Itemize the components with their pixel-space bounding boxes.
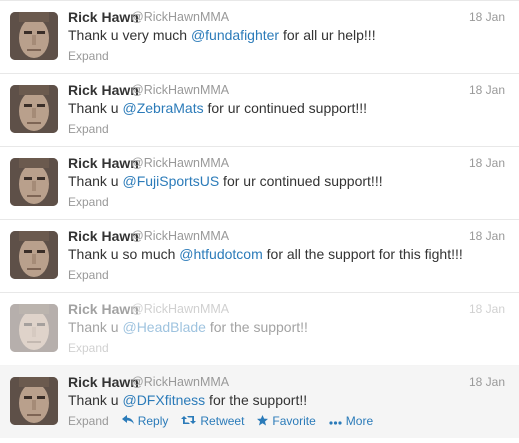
tweet-text-after: for all ur help!!! bbox=[279, 27, 376, 43]
retweet-button[interactable]: Retweet bbox=[181, 414, 244, 428]
avatar-photo bbox=[10, 12, 58, 60]
author-handle[interactable]: @RickHawnMMA bbox=[131, 10, 229, 24]
author-name[interactable]: Rick Hawn bbox=[68, 82, 139, 98]
author-handle[interactable]: @RickHawnMMA bbox=[131, 229, 229, 243]
tweet-text-after: for ur continued support!!! bbox=[219, 173, 383, 189]
mention-link[interactable]: @FujiSportsUS bbox=[122, 173, 219, 189]
avatar-photo bbox=[10, 85, 58, 133]
avatar-photo bbox=[10, 158, 58, 206]
reply-button[interactable]: Reply bbox=[121, 414, 169, 428]
author-name[interactable]: Rick Hawn bbox=[68, 228, 139, 244]
tweet-text-after: for the support!! bbox=[205, 392, 308, 408]
reply-icon bbox=[121, 415, 134, 427]
author-name[interactable]: Rick Hawn bbox=[68, 9, 139, 25]
mention-link[interactable]: @htfudotcom bbox=[179, 246, 262, 262]
tweet-text: Thank u so much @htfudotcom for all the … bbox=[68, 246, 463, 262]
tweet-date[interactable]: 18 Jan bbox=[469, 375, 505, 389]
mention-link[interactable]: @HeadBlade bbox=[122, 319, 206, 335]
avatar-photo bbox=[10, 231, 58, 279]
avatar-photo bbox=[10, 304, 58, 352]
avatar[interactable] bbox=[10, 231, 58, 279]
tweet-text: Thank u @ZebraMats for ur continued supp… bbox=[68, 100, 367, 116]
retweet-icon bbox=[181, 415, 197, 427]
tweet-text-after: for the support!! bbox=[205, 319, 308, 335]
avatar-photo bbox=[10, 377, 58, 425]
tweet-date[interactable]: 18 Jan bbox=[469, 302, 505, 316]
tweet-text-before: Thank u very much bbox=[68, 27, 191, 43]
tweet-text-before: Thank u so much bbox=[68, 246, 180, 262]
avatar[interactable] bbox=[10, 377, 58, 425]
tweet-text: Thank u @HeadBlade for the support!! bbox=[68, 319, 308, 335]
more-dots-icon bbox=[329, 415, 342, 427]
author-handle[interactable]: @RickHawnMMA bbox=[131, 302, 229, 316]
expand-link[interactable]: Expand bbox=[68, 341, 109, 355]
author-name[interactable]: Rick Hawn bbox=[68, 301, 139, 317]
tweet-actions: Expand Reply Retweet Favorite More bbox=[68, 414, 386, 428]
avatar[interactable] bbox=[10, 12, 58, 60]
mention-link[interactable]: @fundafighter bbox=[191, 27, 279, 43]
avatar[interactable] bbox=[10, 304, 58, 352]
star-icon bbox=[257, 414, 269, 428]
tweet-item[interactable]: Rick Hawn @RickHawnMMA 18 Jan Thank u so… bbox=[0, 220, 519, 293]
tweet-text-before: Thank u bbox=[68, 319, 123, 335]
tweet-text-after: for ur continued support!!! bbox=[203, 100, 368, 116]
mention-link[interactable]: @DFXfitness bbox=[122, 392, 205, 408]
tweet-date[interactable]: 18 Jan bbox=[469, 156, 505, 170]
expand-link[interactable]: Expand bbox=[68, 195, 109, 209]
tweet-text: Thank u @FujiSportsUS for ur continued s… bbox=[68, 173, 383, 189]
tweet-text-after: for all the support for this fight!!! bbox=[262, 246, 463, 262]
tweet-item[interactable]: Rick Hawn @RickHawnMMA 18 Jan Thank u @F… bbox=[0, 147, 519, 220]
tweet-date[interactable]: 18 Jan bbox=[469, 83, 505, 97]
mention-link[interactable]: @ZebraMats bbox=[122, 100, 203, 116]
tweet-text: Thank u very much @fundafighter for all … bbox=[68, 27, 376, 43]
avatar[interactable] bbox=[10, 85, 58, 133]
more-button[interactable]: More bbox=[329, 414, 373, 428]
tweet-date[interactable]: 18 Jan bbox=[469, 10, 505, 24]
expand-link[interactable]: Expand bbox=[68, 414, 109, 428]
author-handle[interactable]: @RickHawnMMA bbox=[131, 375, 229, 389]
expand-link[interactable]: Expand bbox=[68, 122, 109, 136]
tweet-item[interactable]: Rick Hawn @RickHawnMMA 18 Jan Thank u @H… bbox=[0, 293, 519, 366]
more-label: More bbox=[345, 414, 374, 428]
tweet-text-before: Thank u bbox=[68, 173, 123, 189]
reply-label: Reply bbox=[137, 414, 169, 428]
author-name[interactable]: Rick Hawn bbox=[68, 155, 139, 171]
avatar[interactable] bbox=[10, 158, 58, 206]
author-name[interactable]: Rick Hawn bbox=[68, 374, 139, 390]
tweet-text: Thank u @DFXfitness for the support!! bbox=[68, 392, 307, 408]
retweet-label: Retweet bbox=[200, 414, 245, 428]
tweet-item[interactable]: Rick Hawn @RickHawnMMA 18 Jan Thank u @Z… bbox=[0, 74, 519, 147]
favorite-label: Favorite bbox=[272, 414, 316, 428]
author-handle[interactable]: @RickHawnMMA bbox=[131, 83, 229, 97]
expand-link[interactable]: Expand bbox=[68, 268, 109, 282]
tweet-text-before: Thank u bbox=[68, 100, 123, 116]
tweet-text-before: Thank u bbox=[68, 392, 123, 408]
expand-link[interactable]: Expand bbox=[68, 49, 109, 63]
tweet-item[interactable]: Rick Hawn @RickHawnMMA 18 Jan Thank u @D… bbox=[0, 366, 519, 438]
tweet-item[interactable]: Rick Hawn @RickHawnMMA 18 Jan Thank u ve… bbox=[0, 1, 519, 74]
favorite-button[interactable]: Favorite bbox=[257, 414, 316, 428]
author-handle[interactable]: @RickHawnMMA bbox=[131, 156, 229, 170]
tweet-date[interactable]: 18 Jan bbox=[469, 229, 505, 243]
tweet-timeline: Rick Hawn @RickHawnMMA 18 Jan Thank u ve… bbox=[0, 0, 519, 443]
